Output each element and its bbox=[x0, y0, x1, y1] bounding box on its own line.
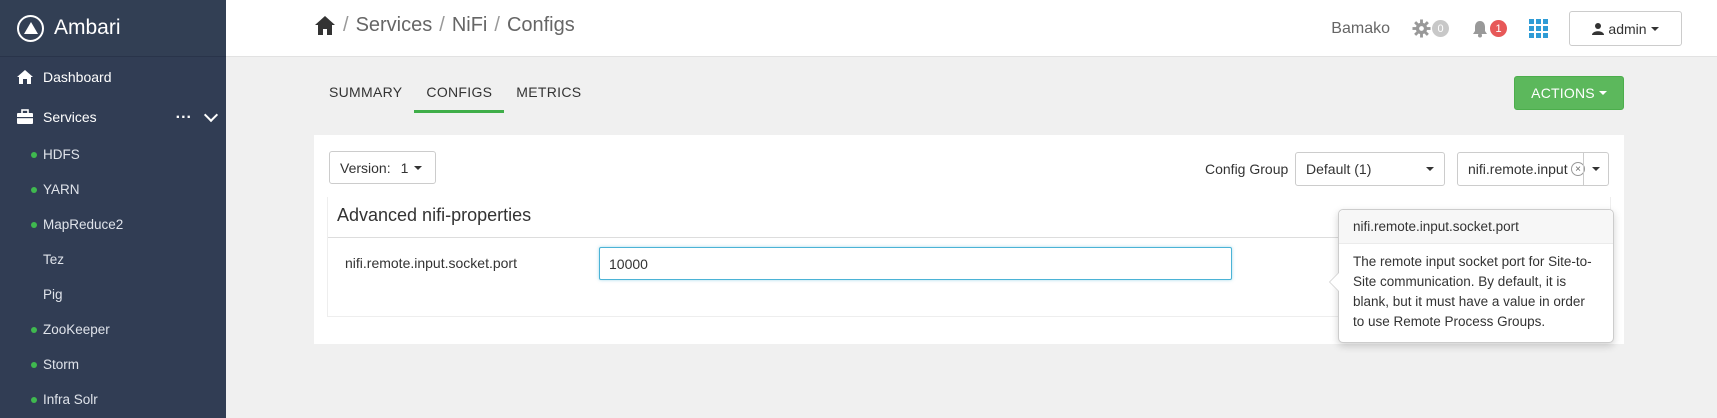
sidebar-service-label: Pig bbox=[43, 287, 63, 302]
ops-count-badge: 0 bbox=[1432, 20, 1449, 37]
sidebar-service-item[interactable]: Pig bbox=[0, 277, 226, 312]
service-list: HDFS YARN MapReduce2 Tez Pig ZooKeeper Storm In… bbox=[0, 137, 226, 417]
alerts-button[interactable]: 1 bbox=[1471, 20, 1507, 38]
status-dot-icon bbox=[31, 257, 37, 263]
tab-summary[interactable]: SUMMARY bbox=[316, 76, 414, 113]
property-name: nifi.remote.input.socket.port bbox=[345, 255, 517, 271]
alerts-count-badge: 1 bbox=[1490, 20, 1507, 37]
chevron-down-icon[interactable] bbox=[203, 107, 219, 122]
sidebar-service-item[interactable]: HDFS bbox=[0, 137, 226, 172]
breadcrumb: / Services / NiFi / Configs bbox=[314, 14, 575, 37]
status-dot-icon bbox=[31, 396, 37, 403]
status-dot-icon bbox=[31, 221, 37, 228]
sidebar-item-dashboard[interactable]: Dashboard bbox=[0, 57, 226, 97]
sidebar-service-item[interactable]: Storm bbox=[0, 347, 226, 382]
sidebar-service-label: HDFS bbox=[43, 147, 80, 162]
config-group-value: Default (1) bbox=[1306, 161, 1372, 177]
config-group-label: Config Group bbox=[1205, 161, 1289, 177]
sidebar-service-item[interactable]: YARN bbox=[0, 172, 226, 207]
status-dot-icon bbox=[31, 292, 37, 298]
ambari-logo-icon bbox=[17, 14, 44, 42]
tab-configs[interactable]: CONFIGS bbox=[414, 76, 505, 113]
caret-down-icon bbox=[1598, 91, 1607, 95]
status-dot-icon bbox=[31, 151, 37, 158]
config-filter: × bbox=[1457, 152, 1609, 186]
config-group-select[interactable]: Default (1) bbox=[1295, 152, 1445, 186]
user-menu-button[interactable]: admin bbox=[1569, 11, 1682, 46]
briefcase-icon bbox=[17, 109, 33, 124]
views-grid-icon[interactable] bbox=[1529, 18, 1549, 39]
status-dot-icon bbox=[31, 361, 37, 368]
version-value: 1 bbox=[400, 159, 409, 176]
caret-down-icon bbox=[1650, 26, 1659, 31]
filter-options-button[interactable] bbox=[1583, 153, 1608, 185]
sidebar: Ambari Dashboard Services ... HDFS YARN Ma… bbox=[0, 0, 226, 418]
section-title[interactable]: Advanced nifi-properties bbox=[337, 205, 531, 226]
breadcrumb-services[interactable]: Services bbox=[356, 14, 433, 37]
breadcrumb-separator: / bbox=[439, 14, 445, 36]
tooltip-body: The remote input socket port for Site-to… bbox=[1353, 254, 1592, 329]
brand[interactable]: Ambari bbox=[0, 0, 226, 57]
filter-input[interactable] bbox=[1458, 154, 1582, 184]
sidebar-item-label: Dashboard bbox=[43, 69, 112, 85]
sidebar-service-label: Storm bbox=[43, 357, 80, 372]
caret-down-icon bbox=[414, 165, 423, 170]
version-label: Version: bbox=[340, 159, 391, 176]
service-tabs: SUMMARY CONFIGS METRICS bbox=[316, 76, 593, 113]
sidebar-service-label: Infra Solr bbox=[43, 392, 98, 407]
caret-down-icon bbox=[1426, 167, 1434, 171]
cluster-name: Bamako bbox=[1331, 19, 1390, 37]
top-bar: / Services / NiFi / Configs Bamako 0 1 a… bbox=[226, 0, 1717, 57]
home-icon bbox=[17, 70, 33, 84]
sidebar-service-item[interactable]: Infra Solr bbox=[0, 382, 226, 417]
background-ops-button[interactable]: 0 bbox=[1412, 19, 1449, 38]
user-name: admin bbox=[1608, 20, 1647, 37]
sidebar-service-item[interactable]: Tez bbox=[0, 242, 226, 277]
status-dot-icon bbox=[31, 326, 37, 333]
breadcrumb-configs: Configs bbox=[506, 14, 575, 36]
sidebar-item-label: Services bbox=[43, 109, 97, 125]
bell-icon bbox=[1473, 20, 1487, 37]
sidebar-service-label: Tez bbox=[43, 252, 65, 267]
sidebar-service-label: MapReduce2 bbox=[43, 217, 124, 232]
gear-icon bbox=[1412, 19, 1431, 38]
version-dropdown[interactable]: Version: 1 bbox=[329, 151, 436, 184]
tab-metrics[interactable]: METRICS bbox=[504, 76, 593, 113]
brand-name: Ambari bbox=[54, 16, 121, 39]
actions-label: ACTIONS bbox=[1531, 85, 1595, 101]
breadcrumb-nifi[interactable]: NiFi bbox=[452, 14, 488, 37]
more-icon[interactable]: ... bbox=[176, 106, 192, 122]
sidebar-item-services[interactable]: Services ... bbox=[0, 97, 226, 137]
sidebar-service-item[interactable]: ZooKeeper bbox=[0, 312, 226, 347]
sidebar-service-item[interactable]: MapReduce2 bbox=[0, 207, 226, 242]
tooltip-title: nifi.remote.input.socket.port bbox=[1339, 210, 1613, 244]
home-icon[interactable] bbox=[314, 15, 336, 37]
status-dot-icon bbox=[31, 186, 37, 193]
caret-down-icon bbox=[1592, 167, 1600, 171]
sidebar-service-label: ZooKeeper bbox=[43, 322, 110, 337]
sidebar-service-label: YARN bbox=[43, 182, 80, 197]
breadcrumb-separator: / bbox=[494, 14, 500, 36]
property-value-input[interactable] bbox=[599, 247, 1232, 280]
breadcrumb-separator: / bbox=[343, 14, 349, 36]
property-tooltip: nifi.remote.input.socket.port The remote… bbox=[1329, 209, 1614, 343]
user-icon bbox=[1592, 23, 1605, 35]
actions-button[interactable]: ACTIONS bbox=[1514, 76, 1624, 110]
